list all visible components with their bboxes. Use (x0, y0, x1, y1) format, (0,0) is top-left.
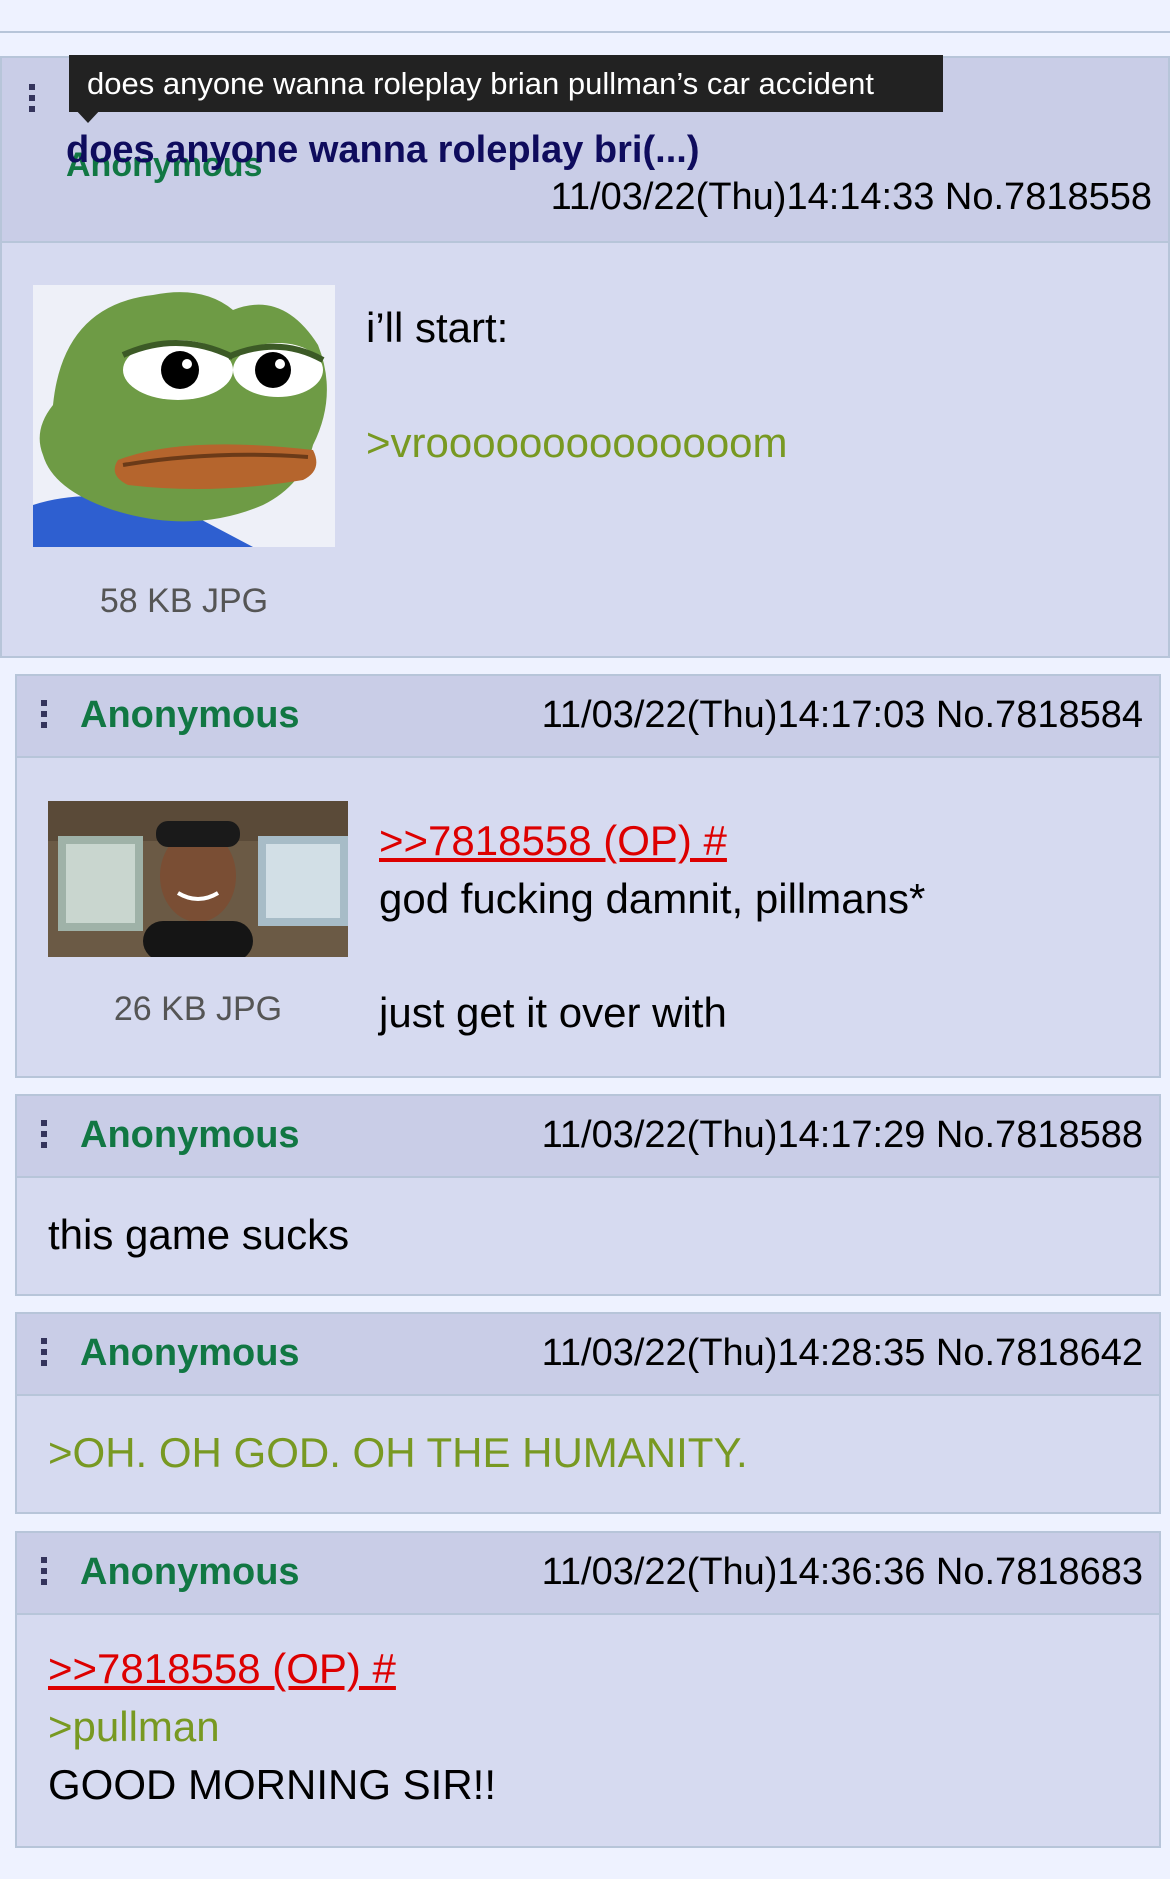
reply-message-line: GOOD MORNING SIR!! (48, 1761, 497, 1808)
op-file-info[interactable]: 58 KB JPG (33, 582, 335, 621)
reply-name: Anonymous (80, 1332, 300, 1374)
subject-tooltip: does anyone wanna roleplay brian pullman… (69, 55, 943, 112)
op-post: Anonymous does anyone wanna roleplay bri… (0, 56, 1170, 658)
op-subject[interactable]: does anyone wanna roleplay bri(...) (66, 129, 699, 172)
reply-thumbnail-man[interactable] (48, 801, 348, 957)
reply-header: Anonymous 11/03/22(Thu)14:17:03 No.78185… (17, 676, 1159, 758)
op-datetime[interactable]: 11/03/22(Thu)14:14:33 No.7818558 (551, 176, 1152, 219)
menu-dots-icon[interactable] (41, 1120, 47, 1153)
reply-name: Anonymous (80, 1114, 300, 1156)
op-message-line-1: i’ll start: (366, 304, 509, 351)
op-greentext-line: >vroooooooooooooom (366, 419, 788, 466)
top-divider (0, 31, 1170, 33)
menu-dots-icon[interactable] (41, 1557, 47, 1590)
reply-message-line-2: just get it over with (379, 989, 727, 1036)
reply-post-7818683: Anonymous 11/03/22(Thu)14:36:36 No.78186… (15, 1531, 1161, 1848)
reply-file-info[interactable]: 26 KB JPG (48, 990, 348, 1029)
man-photo-image (48, 801, 348, 957)
reply-name: Anonymous (80, 1551, 300, 1593)
pepe-frog-image (33, 285, 335, 547)
reply-datetime[interactable]: 11/03/22(Thu)14:17:03 No.7818584 (542, 694, 1143, 737)
menu-dots-icon[interactable] (41, 1338, 47, 1371)
reply-header: Anonymous 11/03/22(Thu)14:17:29 No.78185… (17, 1096, 1159, 1178)
reply-name: Anonymous (80, 694, 300, 736)
tooltip-arrow (74, 108, 102, 123)
reply-header: Anonymous 11/03/22(Thu)14:36:36 No.78186… (17, 1533, 1159, 1615)
reply-quotelink[interactable]: >>7818558 (OP) # (48, 1640, 396, 1698)
op-thumbnail-pepe[interactable] (33, 285, 335, 547)
reply-greentext-line: >pullman (48, 1703, 220, 1750)
reply-greentext-line: >OH. OH GOD. OH THE HUMANITY. (48, 1429, 748, 1476)
menu-dots-icon[interactable] (41, 700, 47, 733)
reply-post-7818584: Anonymous 11/03/22(Thu)14:17:03 No.78185… (15, 674, 1161, 1078)
reply-post-7818642: Anonymous 11/03/22(Thu)14:28:35 No.78186… (15, 1312, 1161, 1514)
reply-datetime[interactable]: 11/03/22(Thu)14:36:36 No.7818683 (542, 1551, 1143, 1594)
reply-post-7818588: Anonymous 11/03/22(Thu)14:17:29 No.78185… (15, 1094, 1161, 1296)
reply-datetime[interactable]: 11/03/22(Thu)14:17:29 No.7818588 (542, 1114, 1143, 1157)
reply-datetime[interactable]: 11/03/22(Thu)14:28:35 No.7818642 (542, 1332, 1143, 1375)
reply-header: Anonymous 11/03/22(Thu)14:28:35 No.78186… (17, 1314, 1159, 1396)
reply-message-line-1: god fucking damnit, pillmans* (379, 875, 926, 922)
reply-quotelink[interactable]: >>7818558 (OP) # (379, 812, 727, 870)
reply-message-line-1: this game sucks (48, 1211, 350, 1258)
menu-dots-icon[interactable] (29, 84, 35, 117)
